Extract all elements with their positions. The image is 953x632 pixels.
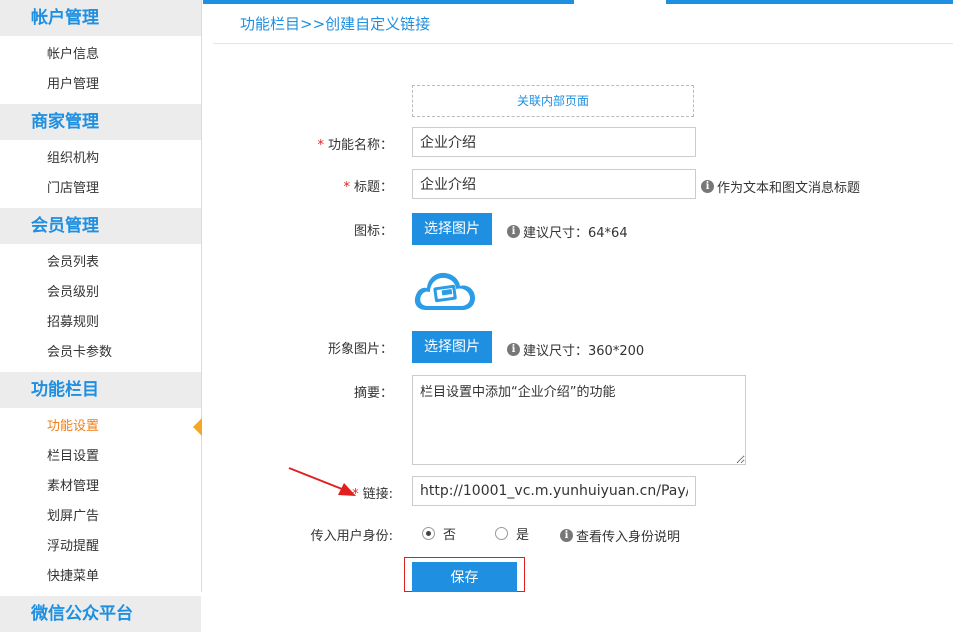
required-mark: * (352, 487, 359, 502)
identity-hint-link[interactable]: i 查看传入身份说明 (560, 526, 680, 545)
title-hint: i 作为文本和图文消息标题 (701, 177, 860, 196)
title-input[interactable] (412, 169, 696, 199)
sidebar-item-swipe-ads[interactable]: 划屏广告 (0, 502, 201, 532)
icon-label: 图标： (353, 224, 393, 239)
sidebar-item-account-info[interactable]: 帐户信息 (0, 40, 201, 70)
sidebar-group-account: 帐户管理 帐户信息 用户管理 (0, 0, 201, 104)
image-size-hint: i 建议尺寸：360*200 (507, 340, 644, 359)
sidebar-group-features: 功能栏目 功能设置 栏目设置 素材管理 划屏广告 浮动提醒 快捷菜单 (0, 372, 202, 596)
sidebar-item-feature-settings[interactable]: 功能设置 (0, 412, 202, 442)
save-button[interactable]: 保存 (412, 562, 517, 592)
required-mark: * (317, 138, 324, 153)
main-content: 功能栏目>>创建自定义链接 关联内部页面 *功能名称： *标题： i作为文本和图… (203, 4, 953, 592)
radio-dot-icon (495, 527, 508, 540)
sidebar-item-column-settings[interactable]: 栏目设置 (0, 442, 201, 472)
sidebar-item-user-management[interactable]: 用户管理 (0, 70, 201, 100)
sidebar: 帐户管理 帐户信息 用户管理 商家管理 组织机构 门店管理 会员管理 会员列表 … (0, 0, 202, 632)
identity-yes-label: 是 (516, 528, 530, 543)
sidebar-item-member-list[interactable]: 会员列表 (0, 248, 201, 278)
choose-icon-button[interactable]: 选择图片 (412, 213, 492, 245)
title-label: * 标题： (203, 176, 393, 195)
image-size-hint-text: 建议尺寸：360*200 (523, 344, 645, 359)
summary-textarea[interactable]: 栏目设置中添加“企业介绍”的功能 (412, 375, 746, 465)
title-label-text: 标题： (353, 180, 393, 195)
sidebar-item-label: 功能设置 (47, 419, 100, 434)
breadcrumb: 功能栏目>>创建自定义链接 (213, 4, 953, 44)
sidebar-item-member-level[interactable]: 会员级别 (0, 278, 201, 308)
image-label: 形象图片： (327, 342, 393, 357)
sidebar-item-recruit-rules[interactable]: 招募规则 (0, 308, 201, 338)
identity-no-label: 否 (443, 528, 457, 543)
active-indicator-icon (193, 418, 202, 436)
save-highlight-box: 保存 (404, 557, 525, 592)
sidebar-item-store-management[interactable]: 门店管理 (0, 174, 201, 204)
sidebar-group-title[interactable]: 会员管理 (0, 208, 201, 244)
identity-yes-radio[interactable]: 是 (495, 524, 529, 543)
sidebar-group-title[interactable]: 帐户管理 (0, 0, 201, 36)
identity-hint-text: 查看传入身份说明 (576, 530, 681, 545)
info-icon: i (701, 180, 714, 193)
title-hint-text: 作为文本和图文消息标题 (717, 181, 861, 196)
link-label: * 链接: (203, 483, 393, 502)
sidebar-group-merchant: 商家管理 组织机构 门店管理 (0, 104, 201, 208)
sidebar-item-card-params[interactable]: 会员卡参数 (0, 338, 201, 368)
vip-cloud-icon (414, 272, 475, 310)
sidebar-group-title[interactable]: 商家管理 (0, 104, 201, 140)
info-icon: i (507, 225, 520, 238)
sidebar-item-organization[interactable]: 组织机构 (0, 144, 201, 174)
required-mark: * (343, 180, 350, 195)
summary-label: 摘要： (353, 386, 393, 401)
sidebar-group-member: 会员管理 会员列表 会员级别 招募规则 会员卡参数 (0, 208, 201, 372)
icon-size-hint: i 建议尺寸：64*64 (507, 222, 628, 241)
sidebar-group-title[interactable]: 功能栏目 (0, 372, 201, 408)
name-input[interactable] (412, 127, 696, 157)
sidebar-group-title[interactable]: 微信公众平台 (0, 596, 201, 632)
info-icon: i (560, 529, 573, 542)
sidebar-item-material-management[interactable]: 素材管理 (0, 472, 201, 502)
link-label-text: 链接: (362, 487, 393, 502)
link-input[interactable] (412, 476, 696, 506)
identity-label: 传入用户身份: (310, 529, 393, 544)
sidebar-item-shortcut-menu[interactable]: 快捷菜单 (0, 562, 201, 592)
sidebar-group-wechat: 微信公众平台 (0, 596, 201, 632)
choose-image-button[interactable]: 选择图片 (412, 331, 492, 363)
icon-size-hint-text: 建议尺寸：64*64 (523, 226, 628, 241)
name-label-text: 功能名称： (327, 138, 393, 153)
name-label: * 功能名称： (203, 134, 393, 153)
sidebar-item-floating-reminder[interactable]: 浮动提醒 (0, 532, 201, 562)
info-icon: i (507, 343, 520, 356)
link-internal-page-button[interactable]: 关联内部页面 (412, 85, 694, 117)
radio-dot-icon (422, 527, 435, 540)
identity-no-radio[interactable]: 否 (422, 524, 456, 543)
